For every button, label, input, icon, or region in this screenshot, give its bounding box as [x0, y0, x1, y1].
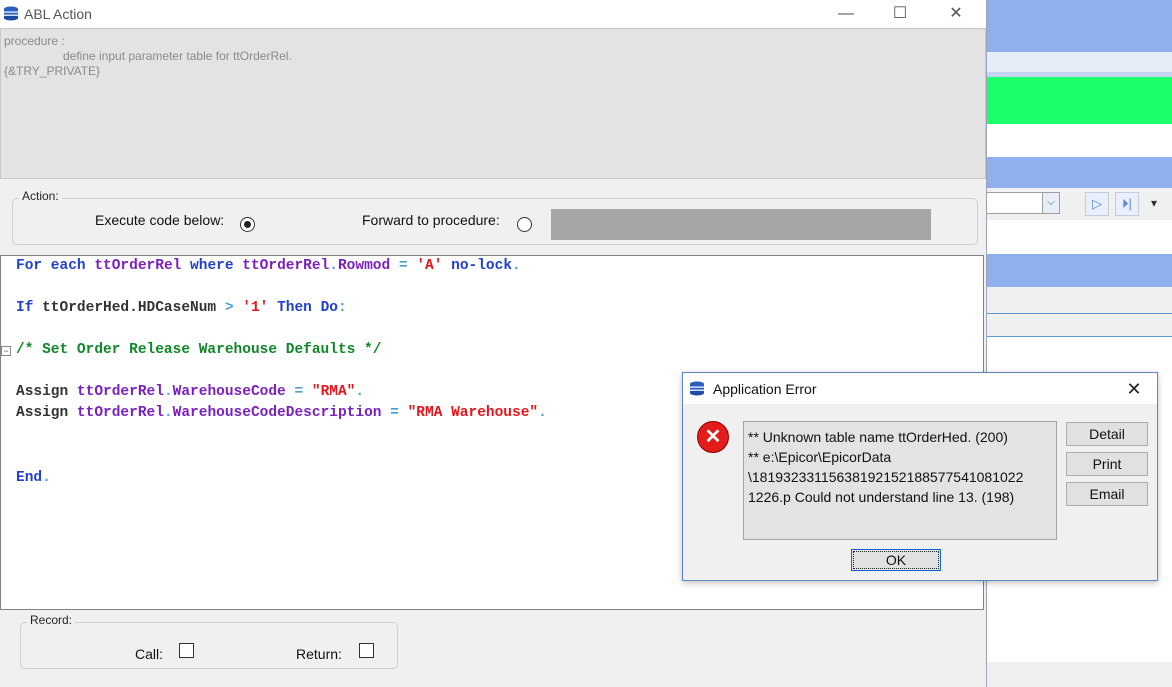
action-group-label: Action: — [19, 189, 62, 203]
background-blue-band — [987, 157, 1172, 188]
forward-procedure-label: Forward to procedure: — [362, 212, 500, 228]
app-icon — [690, 381, 704, 396]
description-line: define input parameter table for ttOrder… — [63, 49, 292, 63]
procedure-description-box: procedure : define input parameter table… — [0, 28, 986, 179]
chevron-down-icon[interactable]: ⌵ — [1042, 193, 1059, 213]
background-white-band — [987, 220, 1172, 254]
maximize-button[interactable]: ☐ — [872, 0, 928, 28]
ok-button-label: OK — [853, 551, 939, 569]
nav-next-button[interactable]: ▷ — [1085, 192, 1109, 216]
ok-button[interactable]: OK — [851, 549, 941, 571]
code-line-4: Assign ttOrderRel.WarehouseCode = "RMA". — [16, 384, 365, 400]
return-checkbox[interactable] — [359, 643, 374, 658]
code-line-2: If ttOrderHed.HDCaseNum > '1' Then Do: — [16, 300, 347, 316]
call-checkbox[interactable] — [179, 643, 194, 658]
background-header-band — [987, 0, 1172, 52]
window-title: ABL Action — [24, 6, 92, 22]
title-bar: ABL Action — ☐ ✕ — [0, 0, 986, 28]
description-line: procedure : — [4, 34, 65, 48]
code-line-1: For each ttOrderRel where ttOrderRel.Row… — [16, 258, 521, 274]
background-strip — [987, 52, 1172, 72]
email-button[interactable]: Email — [1066, 482, 1148, 506]
execute-code-radio[interactable] — [240, 217, 255, 232]
close-button[interactable]: ✕ — [928, 0, 984, 28]
error-message: ** Unknown table name ttOrderHed. (200) … — [748, 429, 1024, 505]
dialog-close-button[interactable]: ✕ — [1119, 376, 1149, 402]
overflow-chevron-icon[interactable]: ▾ — [1151, 196, 1157, 210]
background-status-band — [987, 77, 1172, 124]
background-combo[interactable]: ⌵ — [986, 192, 1060, 214]
abl-action-window: ABL Action — ☐ ✕ procedure : define inpu… — [0, 0, 986, 687]
application-error-dialog: Application Error ✕ ✕ ** Unknown table n… — [682, 372, 1158, 581]
background-white-band — [987, 124, 1172, 157]
dialog-title-bar: Application Error ✕ — [683, 373, 1157, 404]
description-line: {&TRY_PRIVATE} — [4, 64, 101, 78]
error-message-box: ** Unknown table name ttOrderHed. (200) … — [743, 421, 1057, 540]
background-divider — [987, 313, 1172, 314]
print-button[interactable]: Print — [1066, 452, 1148, 476]
code-line-6: End. — [16, 470, 51, 486]
minimize-button[interactable]: — — [818, 0, 874, 28]
background-blue-band — [987, 254, 1172, 287]
nav-last-button[interactable]: ⏵| — [1115, 192, 1139, 216]
code-line-3: /* Set Order Release Warehouse Defaults … — [16, 342, 382, 358]
forward-procedure-field[interactable] — [551, 209, 931, 240]
fold-collapse-icon[interactable]: − — [1, 346, 11, 356]
error-icon: ✕ — [697, 421, 729, 453]
app-icon — [4, 6, 18, 21]
dialog-title: Application Error — [713, 381, 817, 397]
detail-button[interactable]: Detail — [1066, 422, 1148, 446]
execute-code-label: Execute code below: — [95, 212, 225, 228]
record-group-label: Record: — [27, 613, 76, 627]
code-line-5: Assign ttOrderRel.WarehouseCodeDescripti… — [16, 405, 547, 421]
return-label: Return: — [296, 646, 342, 662]
background-app-panel: ⌵ ▷ ⏵| ▾ — [986, 0, 1172, 687]
forward-procedure-radio[interactable] — [517, 217, 532, 232]
call-label: Call: — [135, 646, 164, 662]
